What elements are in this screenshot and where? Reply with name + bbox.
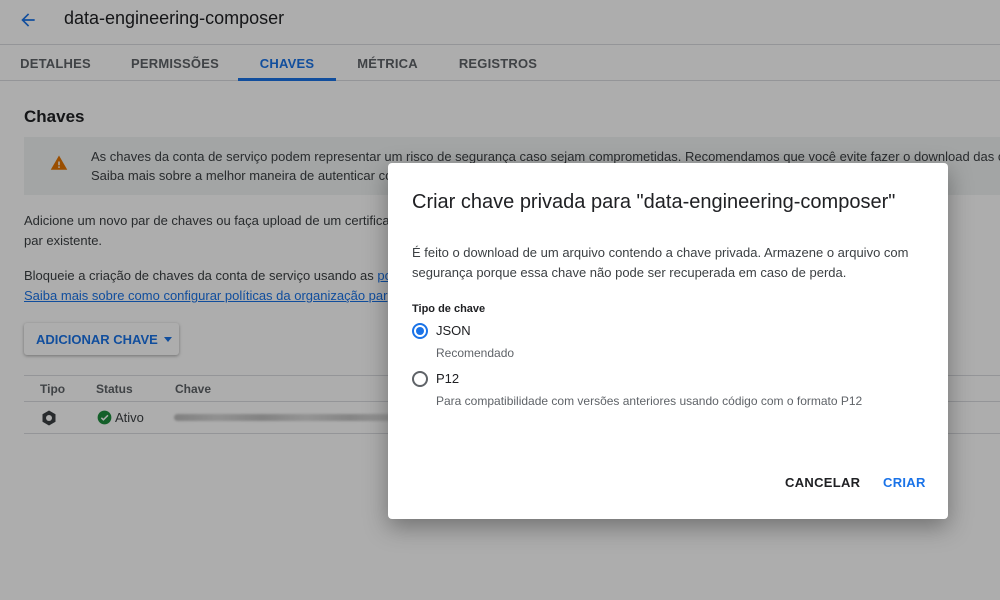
radio-json-label[interactable]: JSON [436,323,471,338]
key-type-label: Tipo de chave [412,303,486,315]
create-key-dialog: Criar chave privada para "data-engineeri… [388,163,948,519]
radio-p12[interactable] [412,371,428,387]
cancel-button[interactable]: CANCELAR [785,475,860,490]
radio-json[interactable] [412,323,428,339]
create-button[interactable]: CRIAR [883,475,926,490]
radio-json-help: Recomendado [436,346,515,360]
radio-p12-help: Para compatibilidade com versões anterio… [436,394,863,408]
dialog-title: Criar chave privada para "data-engineeri… [412,191,896,213]
dialog-description: É feito o download de um arquivo contend… [412,245,909,280]
radio-p12-label[interactable]: P12 [436,371,459,386]
